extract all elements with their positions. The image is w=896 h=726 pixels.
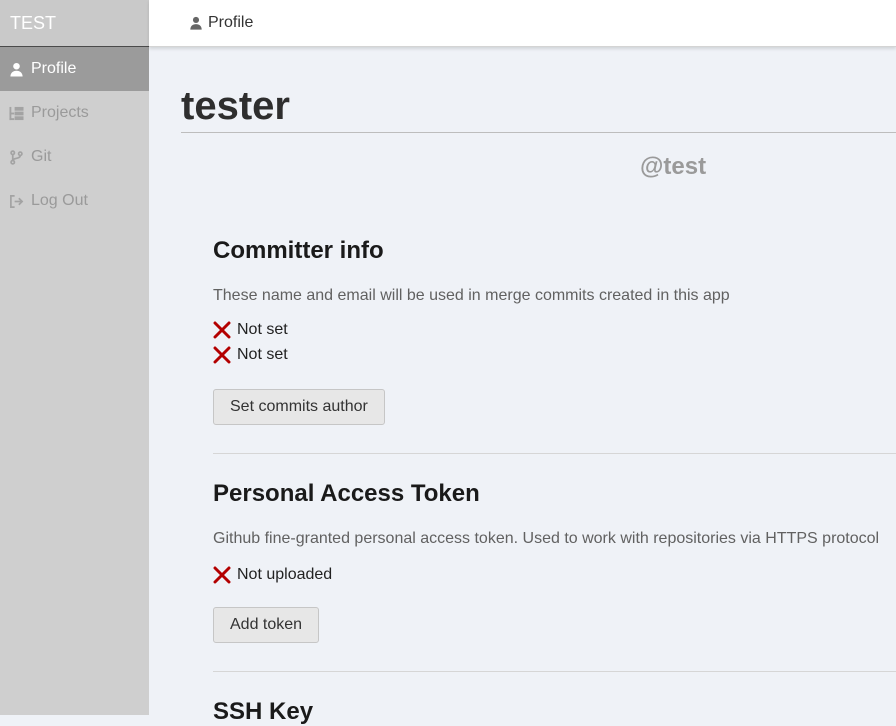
sidebar-item-label: Projects (31, 104, 89, 121)
error-x-icon (213, 566, 231, 583)
user-icon (189, 15, 203, 31)
divider (213, 671, 896, 672)
status-text: Not uploaded (237, 565, 333, 583)
app-brand[interactable]: TEST (0, 0, 149, 47)
sidebar-item-label: Git (31, 148, 52, 165)
committer-name-status: Not set (213, 317, 896, 342)
token-status: Not uploaded (213, 562, 896, 587)
sidebar-item-label: Log Out (31, 192, 88, 209)
page-title: tester (181, 47, 896, 133)
status-text: Not set (237, 345, 288, 363)
status-text: Not set (237, 320, 288, 338)
divider (213, 453, 896, 454)
user-handle: @test (640, 153, 707, 180)
set-commits-author-button[interactable]: Set commits author (213, 389, 385, 425)
ssh-section: SSH Key (213, 698, 896, 726)
section-description: Github fine-granted personal access toke… (213, 530, 880, 547)
sidebar: TEST Profile Projects Git Log Out (0, 0, 149, 715)
token-section: Personal Access Token Github fine-grante… (213, 480, 896, 643)
sidebar-item-label: Profile (31, 60, 77, 77)
section-title: Committer info (213, 237, 384, 264)
section-description: These name and email will be used in mer… (213, 287, 730, 304)
section-title: SSH Key (213, 698, 314, 725)
sidebar-item-projects[interactable]: Projects (0, 91, 149, 135)
sidebar-item-profile[interactable]: Profile (0, 47, 149, 91)
logout-icon (8, 193, 24, 209)
main-content: tester @test Committer info These name a… (181, 47, 896, 725)
committer-section: Committer info These name and email will… (213, 237, 896, 425)
sidebar-item-logout[interactable]: Log Out (0, 179, 149, 223)
sidebar-item-git[interactable]: Git (0, 135, 149, 179)
error-x-icon (213, 321, 231, 338)
section-title: Personal Access Token (213, 480, 480, 507)
add-token-button[interactable]: Add token (213, 607, 320, 643)
breadcrumb[interactable]: Profile (208, 14, 253, 32)
error-x-icon (213, 346, 231, 363)
git-branch-icon (8, 149, 24, 165)
top-bar: Profile (149, 0, 896, 47)
committer-email-status: Not set (213, 342, 896, 367)
projects-icon (8, 105, 24, 121)
user-icon (8, 61, 24, 77)
